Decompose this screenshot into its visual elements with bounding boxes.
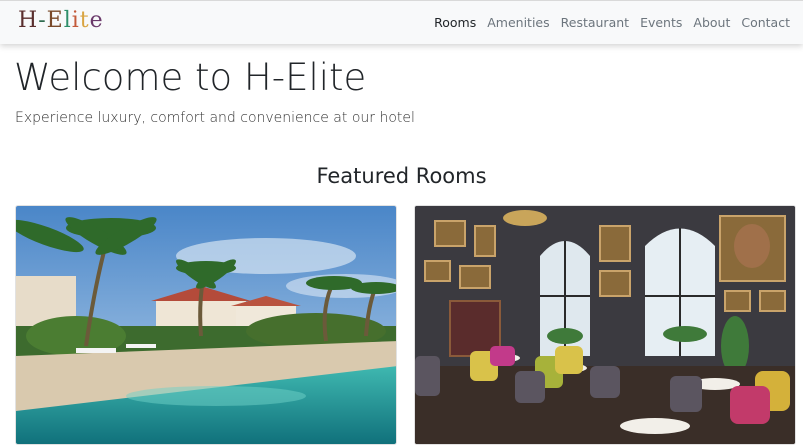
brand-letter: E — [46, 8, 64, 33]
brand-logo[interactable]: H-Elite — [18, 8, 104, 34]
nav-link-rooms[interactable]: Rooms — [434, 14, 476, 32]
hero-title: Welcome to H-Elite — [14, 56, 367, 99]
brand-letter: i — [71, 8, 80, 33]
room-card-resort[interactable] — [15, 205, 397, 445]
brand-letter: l — [63, 8, 72, 33]
nav-link-events[interactable]: Events — [640, 14, 682, 32]
brand-letter: - — [38, 8, 47, 33]
nav-link-about[interactable]: About — [693, 14, 730, 32]
brand-letter: H — [18, 8, 39, 33]
navbar: H-Elite Rooms Amenities Restaurant Event… — [0, 0, 803, 44]
room-card-restaurant[interactable] — [414, 205, 796, 445]
hero-subtitle: Experience luxury, comfort and convenien… — [15, 110, 415, 126]
nav-link-amenities[interactable]: Amenities — [487, 14, 549, 32]
featured-rooms-title: Featured Rooms — [316, 164, 487, 188]
nav-link-contact[interactable]: Contact — [741, 14, 790, 32]
nav-links: Rooms Amenities Restaurant Events About … — [434, 14, 790, 32]
resort-pool-image — [16, 206, 396, 444]
brand-letter: t — [79, 8, 90, 33]
nav-link-restaurant[interactable]: Restaurant — [561, 14, 629, 32]
brand-letter: e — [89, 8, 104, 33]
restaurant-interior-image — [415, 206, 795, 444]
